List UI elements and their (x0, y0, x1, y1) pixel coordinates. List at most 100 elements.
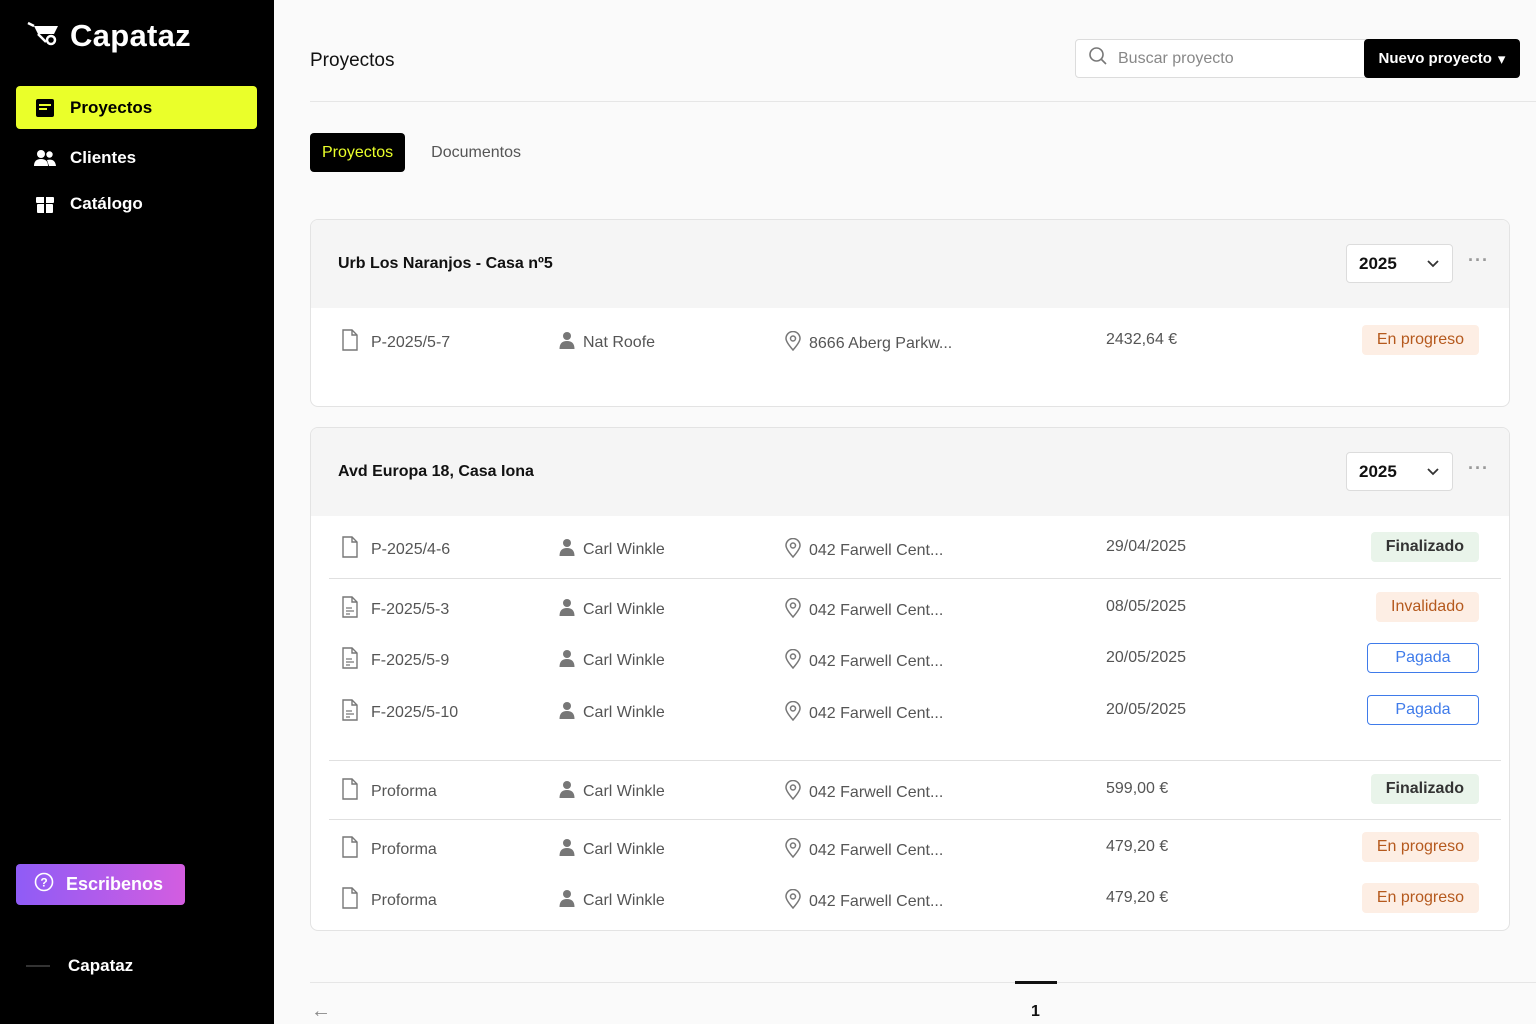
document-cell: F-2025/5-3 (341, 596, 449, 623)
client-name: Carl Winkle (583, 600, 665, 618)
location-pin-icon (785, 330, 801, 356)
document-cell: F-2025/5-9 (341, 647, 449, 674)
status-badge: Finalizado (1370, 532, 1479, 562)
document-row[interactable]: Proforma Carl Winkle 042 Farwell Cent... 59… (311, 770, 1509, 810)
sidebar: Capataz Proyectos Clientes Catálogo ? Es… (0, 0, 274, 1024)
document-id: F-2025/5-3 (371, 600, 450, 618)
client-cell: Carl Winkle (559, 649, 665, 672)
status-badge: Pagada (1367, 643, 1479, 673)
address-cell: 042 Farwell Cent... (785, 597, 943, 623)
app-logo[interactable]: Capataz (24, 18, 191, 54)
sidebar-item-proyectos[interactable]: Proyectos (16, 86, 257, 129)
client-cell: Carl Winkle (559, 701, 665, 724)
pagination-divider (310, 982, 1536, 983)
address-text: 042 Farwell Cent... (809, 892, 944, 910)
document-row[interactable]: P-2025/4-6 Carl Winkle 042 Farwell Cent...… (311, 528, 1509, 568)
client-name: Carl Winkle (583, 840, 665, 858)
search-input[interactable] (1118, 49, 1338, 68)
arrow-left-icon[interactable]: ← (311, 1000, 331, 1023)
location-pin-icon (785, 648, 801, 674)
document-cell: Proforma (341, 887, 437, 914)
wheelbarrow-icon (24, 20, 62, 53)
user-icon (559, 838, 575, 861)
avatar (26, 965, 50, 967)
document-row[interactable]: F-2025/5-9 Carl Winkle 042 Farwell Cent...… (311, 639, 1509, 679)
location-pin-icon (785, 837, 801, 863)
address-cell: 042 Farwell Cent... (785, 700, 943, 726)
new-project-button[interactable]: Nuevo proyecto ▾ (1364, 39, 1520, 78)
current-page-indicator (1015, 981, 1057, 984)
address-text: 042 Farwell Cent... (809, 652, 944, 670)
chevron-down-icon (1426, 462, 1440, 482)
document-cell: P-2025/5-7 (341, 329, 450, 356)
address-cell: 042 Farwell Cent... (785, 837, 944, 863)
document-icon (341, 887, 359, 914)
address-text: 042 Farwell Cent... (809, 541, 944, 559)
chevron-down-icon (1426, 254, 1440, 274)
document-row[interactable]: P-2025/5-7 Nat Roofe 8666 Aberg Parkw... 24… (311, 321, 1509, 361)
document-cell: P-2025/4-6 (341, 536, 450, 563)
client-cell: Carl Winkle (559, 598, 665, 621)
project-group-header[interactable]: Avd Europa 18, Casa Iona 2025 ··· (311, 428, 1509, 516)
status-badge: Finalizado (1370, 774, 1479, 804)
projects-icon (34, 97, 56, 119)
client-cell: Carl Winkle (559, 538, 665, 561)
project-title: Urb Los Naranjos - Casa nº5 (338, 255, 553, 272)
client-cell: Nat Roofe (559, 331, 655, 354)
page-number[interactable]: 1 (1031, 1003, 1040, 1021)
project-title: Avd Europa 18, Casa Iona (338, 463, 534, 480)
document-icon (341, 778, 359, 805)
user-icon (559, 538, 575, 561)
status-badge: Invalidado (1376, 592, 1479, 622)
help-button-label: Escribenos (66, 874, 164, 894)
sidebar-item-clientes[interactable]: Clientes (16, 136, 257, 179)
search-box[interactable] (1075, 39, 1367, 78)
address-cell: 042 Farwell Cent... (785, 888, 944, 914)
page-title: Proyectos (310, 50, 395, 71)
status-badge: Pagada (1367, 695, 1479, 725)
sidebar-item-catalogo[interactable]: Catálogo (16, 182, 257, 225)
more-options-icon[interactable]: ··· (1468, 250, 1489, 271)
account-name: Capataz (68, 956, 134, 975)
document-id: P-2025/4-6 (371, 540, 451, 558)
address-cell: 042 Farwell Cent... (785, 648, 944, 674)
invoice-icon (341, 647, 359, 674)
document-icon (341, 329, 359, 356)
document-row[interactable]: F-2025/5-10 Carl Winkle 042 Farwell Cent..… (311, 691, 1509, 731)
address-cell: 8666 Aberg Parkw... (785, 330, 952, 356)
users-icon (34, 147, 56, 169)
project-group-header[interactable]: Urb Los Naranjos - Casa nº5 2025 ··· (311, 220, 1509, 308)
location-pin-icon (785, 888, 801, 914)
user-icon (559, 331, 575, 354)
document-id: F-2025/5-10 (371, 703, 459, 721)
year-select[interactable]: 2025 (1346, 244, 1453, 283)
header-divider (310, 101, 1536, 102)
account-menu[interactable]: Capataz (26, 956, 133, 976)
document-id: P-2025/5-7 (371, 333, 451, 351)
address-cell: 042 Farwell Cent... (785, 779, 944, 805)
more-options-icon[interactable]: ··· (1468, 458, 1489, 479)
help-button[interactable]: ? Escribenos (16, 864, 185, 905)
row-divider (329, 819, 1501, 820)
main-content: Proyectos Nuevo proyecto ▾ Proyectos Doc… (274, 0, 1536, 1024)
sidebar-item-label: Proyectos (70, 97, 153, 117)
value-cell: 599,00 € (1106, 780, 1169, 797)
document-row[interactable]: Proforma Carl Winkle 042 Farwell Cent... 47… (311, 828, 1509, 868)
client-name: Carl Winkle (583, 891, 665, 909)
document-icon (341, 536, 359, 563)
tab-proyectos[interactable]: Proyectos (310, 133, 406, 172)
address-cell: 042 Farwell Cent... (785, 537, 944, 563)
document-id: Proforma (371, 891, 437, 909)
year-select[interactable]: 2025 (1346, 452, 1453, 491)
tab-documentos[interactable]: Documentos (419, 133, 533, 172)
status-badge: En progreso (1361, 325, 1479, 355)
sidebar-item-label: Clientes (70, 147, 137, 167)
address-text: 042 Farwell Cent... (809, 783, 944, 801)
client-name: Carl Winkle (583, 651, 665, 669)
document-row[interactable]: Proforma Carl Winkle 042 Farwell Cent... 47… (311, 879, 1509, 919)
user-icon (559, 701, 575, 724)
document-cell: Proforma (341, 836, 437, 863)
address-text: 042 Farwell Cent... (809, 841, 944, 859)
document-id: Proforma (371, 782, 437, 800)
document-row[interactable]: F-2025/5-3 Carl Winkle 042 Farwell Cent...… (311, 588, 1509, 628)
